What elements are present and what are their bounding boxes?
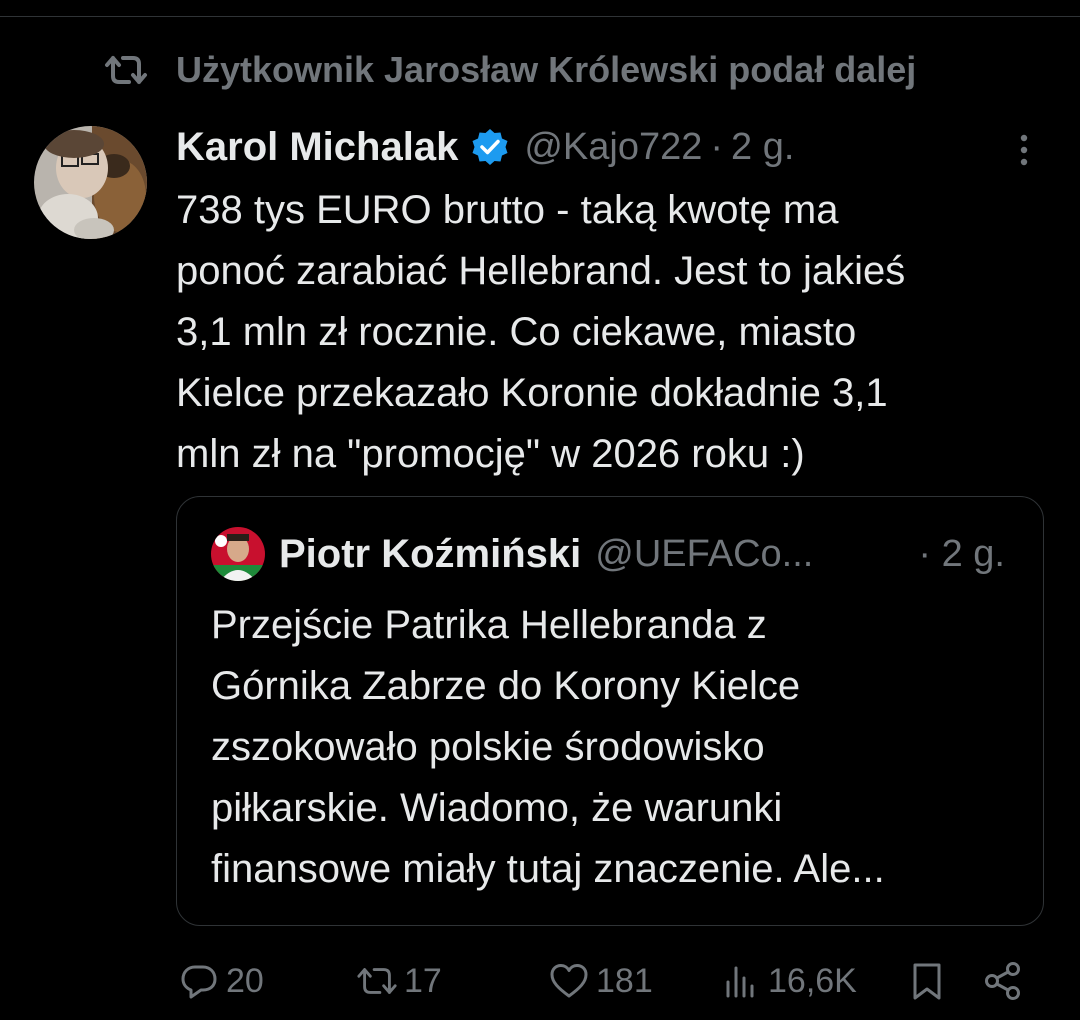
quoted-tweet-text: Przejście Patrika Hellebranda z Górnika … [211,595,1031,900]
like-button[interactable]: 181 [548,960,653,1002]
reply-count: 20 [226,961,264,1000]
quoted-author-handle[interactable]: @UEFACo... [595,533,813,576]
quoted-line: piłkarskie. Wiadomo, że warunki [211,786,783,830]
tweet-text: 738 tys EURO brutto - taką kwotę ma pono… [176,180,1056,485]
reply-button[interactable]: 20 [178,960,264,1002]
top-divider [0,16,1080,17]
share-icon [985,962,1020,1000]
quoted-line: Przejście Patrika Hellebranda z [211,603,767,647]
author-handle[interactable]: @Kajo722 [524,126,702,169]
quoted-tweet-card[interactable]: Piotr Koźmiński @UEFACo... · 2 g. Przejś… [176,496,1044,926]
repost-icon [357,968,397,994]
bookmark-icon [913,963,941,1000]
quoted-line: zszokowało polskie środowisko [211,725,765,769]
quoted-avatar[interactable] [211,527,265,581]
quoted-author-name[interactable]: Piotr Koźmiński [279,532,581,577]
action-bar: 20 17 181 16,6K [0,952,1080,1008]
tweet-line: ponoć zarabiać Hellebrand. Jest to jakie… [176,249,906,293]
dot-separator: · [710,125,724,168]
quoted-line: Górnika Zabrze do Korony Kielce [211,664,801,708]
repost-label: Użytkownik Jarosław Królewski podał dale… [176,49,917,90]
tweet-header: Karol Michalak @Kajo722 · 2 g. [176,122,794,172]
tweet-line: Kielce przekazało Koronie dokładnie 3,1 [176,371,888,415]
tweet-line: mln zł na "promocję" w 2026 roku :) [176,432,805,476]
avatar[interactable] [34,126,147,239]
verified-badge-icon [472,129,508,165]
timestamp[interactable]: 2 g. [731,126,794,169]
tweet-line: 738 tys EURO brutto - taką kwotę ma [176,188,839,232]
reply-icon [181,965,217,999]
repost-count: 17 [404,961,442,1000]
share-button[interactable] [982,960,1024,1002]
repost-button[interactable]: 17 [356,960,442,1002]
quoted-timestamp[interactable]: · 2 g. [918,533,1005,576]
views-icon [726,966,754,998]
quoted-line: finansowe miały tutaj znaczenie. Ale... [211,847,885,891]
repost-indicator[interactable]: Użytkownik Jarosław Królewski podał dale… [104,49,917,90]
quoted-tweet-header: Piotr Koźmiński @UEFACo... [211,527,813,581]
like-count: 181 [596,961,653,1000]
views-button[interactable]: 16,6K [720,960,857,1002]
views-count: 16,6K [768,961,857,1000]
author-name[interactable]: Karol Michalak [176,125,458,170]
bookmark-button[interactable] [906,960,948,1002]
tweet-line: 3,1 mln zł rocznie. Co ciekawe, miasto [176,310,857,354]
repost-icon [105,56,147,84]
heart-icon [550,964,588,998]
more-vertical-icon[interactable] [1010,130,1038,170]
